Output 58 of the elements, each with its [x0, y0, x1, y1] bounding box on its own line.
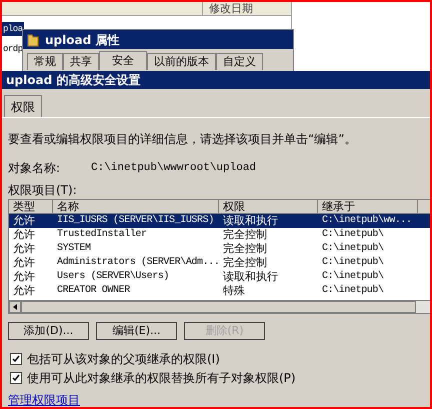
table-cell-text: IIS_IUSRS (SERVER\IIS_IUSRS) [56, 214, 215, 228]
table-cell-text: 完全控制 [222, 242, 268, 256]
column-header[interactable]: 继承于 [318, 200, 418, 213]
checkbox[interactable] [10, 372, 22, 384]
table-cell-text: 允许 [12, 242, 36, 256]
table-cell-text: C:\inetpub\ [321, 242, 385, 256]
table-cell-text: 允许 [12, 284, 36, 298]
tab[interactable]: 共享 [63, 53, 99, 70]
table-cell-text: SYSTEM [56, 242, 92, 256]
field-label: 权限项目(T): [8, 183, 78, 197]
column-header[interactable]: 名称 [53, 200, 219, 213]
checkbox-label: 包括可从该对象的父项继承的权限(I) [27, 352, 220, 366]
table-cell-text: 完全控制 [222, 256, 268, 270]
action-button[interactable]: 编辑(E)... [96, 322, 177, 340]
table-cell-text: 特殊 [222, 284, 246, 298]
table-row[interactable]: 允许 CREATOR OWNER 特殊 C:\inetpub\ [9, 284, 430, 298]
table-row[interactable]: 允许 SYSTEM 完全控制 C:\inetpub\ [9, 242, 430, 256]
table-cell-text: C:\inetpub\ [321, 270, 385, 284]
table-cell-text: 允许 [12, 256, 36, 270]
table-cell-text: C:\inetpub\ [321, 284, 385, 298]
table-cell-text: 完全控制 [222, 228, 268, 242]
table-cell-text: Administrators (SERVER\Adm... [56, 256, 219, 270]
tab[interactable]: 以前的版本 [147, 53, 216, 70]
table-cell-text: 读取和执行 [222, 214, 279, 228]
table-cell-text: CREATOR OWNER [56, 284, 131, 298]
manage-link[interactable]: 管理权限项目 [8, 393, 80, 407]
scroll-left-button[interactable] [9, 301, 21, 313]
object-path: C:\inetpub\wwwroot\upload [91, 161, 256, 175]
column-header[interactable]: 权限 [219, 200, 318, 213]
table-cell-text: 读取和执行 [222, 270, 279, 284]
window-title: upload 的高级安全设置 [6, 74, 140, 86]
table-cell-text: C:\inetpub\ [321, 228, 385, 242]
table-cell-text: C:\inetpub\ww... [321, 214, 413, 228]
table-row[interactable]: 允许 TrustedInstaller 完全控制 C:\inetpub\ [9, 228, 430, 242]
table-row[interactable]: 允许 Administrators (SERVER\Adm... 完全控制 C:\inetpub\ [9, 256, 430, 270]
table-cell-text: 允许 [12, 270, 36, 284]
window-title: upload 属性 [45, 34, 120, 46]
left-arrow-icon [13, 304, 17, 310]
file-row[interactable]: ordp [2, 42, 24, 56]
field-label: 对象名称: [8, 161, 62, 175]
tab[interactable]: 安全 [99, 51, 147, 70]
tab[interactable]: 自定义 [216, 53, 263, 70]
table-cell-text: TrustedInstaller [56, 228, 148, 242]
folder-icon [27, 32, 39, 46]
checkbox[interactable] [10, 353, 22, 365]
table-cell-text: 允许 [12, 214, 36, 228]
checkbox-label: 使用可从此对象继承的权限替换所有子对象权限(P) [27, 371, 296, 385]
table-row[interactable]: 允许 IIS_IUSRS (SERVER\IIS_IUSRS) 读取和执行 C:\inetpub\ww... [9, 214, 430, 228]
table-cell-text: Users (SERVER\Users) [56, 270, 170, 284]
file-row[interactable]: ploa [2, 22, 24, 36]
column-header[interactable]: 类型 [9, 200, 53, 213]
table-cell-text: C:\inetpub\ [321, 256, 385, 270]
table-row[interactable]: 允许 Users (SERVER\Users) 读取和执行 C:\inetpub\ [9, 270, 430, 284]
tab[interactable]: 权限 [4, 95, 42, 117]
table-cell-text: 允许 [12, 228, 36, 242]
tab[interactable]: 常规 [27, 53, 63, 70]
action-button[interactable]: 添加(D)... [8, 322, 89, 340]
instructions-text: 要查看或编辑权限项目的详细信息，请选择该项目并单击“编辑”。 [8, 132, 358, 146]
